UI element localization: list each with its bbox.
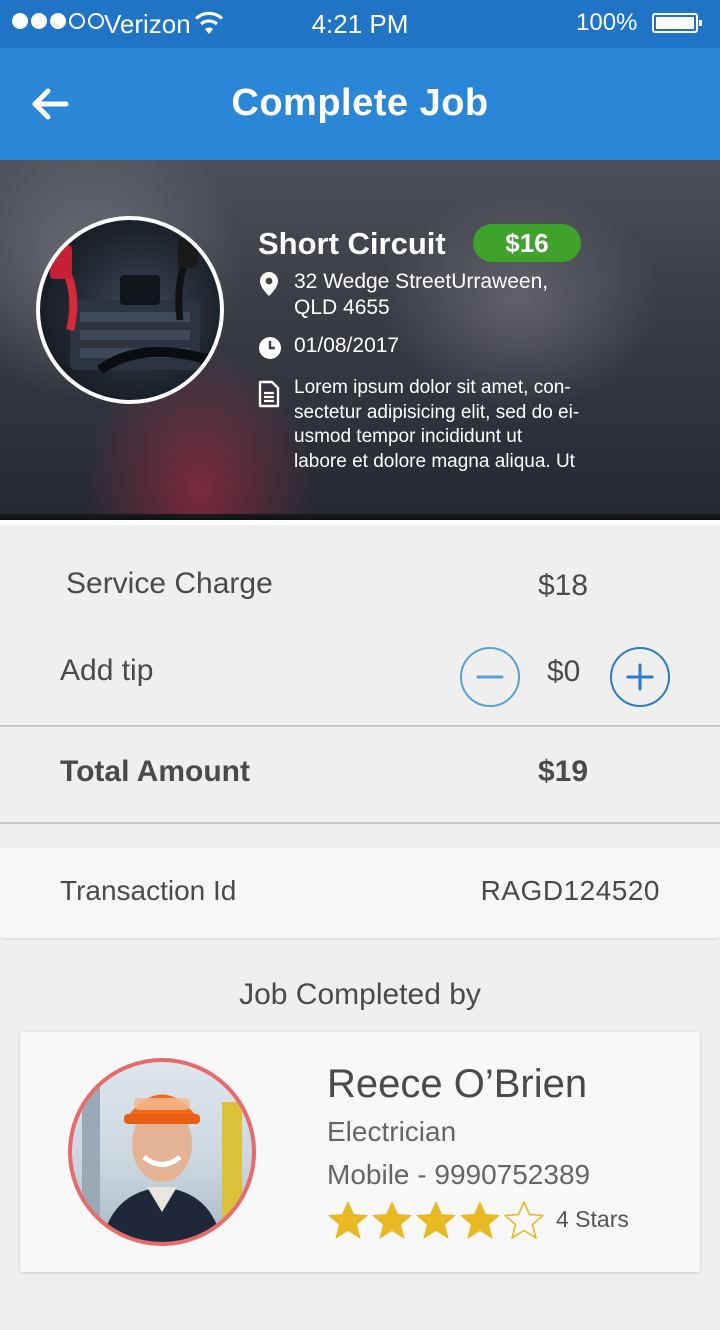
rating-label: 4 Stars xyxy=(556,1206,629,1232)
clock-icon xyxy=(259,337,281,359)
increase-tip-button[interactable] xyxy=(610,647,670,707)
battery-percentage: 100% xyxy=(576,9,638,36)
description-line: labore et dolore magna aliqua. Ut xyxy=(294,450,575,472)
job-price-badge: $16 xyxy=(473,224,581,262)
star-rating xyxy=(327,1200,545,1240)
job-title: Short Circuit xyxy=(258,226,446,261)
tip-amount: $0 xyxy=(547,655,581,688)
page-title: Complete Job xyxy=(231,82,489,124)
location-pin-icon xyxy=(260,272,278,296)
worker-name: Reece O’Brien xyxy=(327,1062,588,1106)
total-amount-label: Total Amount xyxy=(60,755,250,788)
description-line: usmod tempor incididunt ut xyxy=(294,426,523,447)
description-line: sectetur adipisicing elit, sed do ei- xyxy=(294,401,580,423)
job-photo xyxy=(36,216,224,404)
job-address-line2: QLD 4655 xyxy=(294,296,390,319)
worker-avatar xyxy=(68,1058,256,1246)
job-address-line1: 32 Wedge StreetUrraween, xyxy=(294,270,549,293)
document-icon xyxy=(258,380,280,408)
job-description: Lorem ipsum dolor sit amet, con- sectetu… xyxy=(294,376,634,474)
status-bar: Verizon 4:21 PM 100% xyxy=(0,0,720,48)
service-charge-value: $18 xyxy=(538,569,589,602)
transaction-card: Transaction Id RAGD124520 xyxy=(0,848,720,938)
divider xyxy=(0,822,720,824)
service-charge-label: Service Charge xyxy=(66,567,273,600)
description-line: Lorem ipsum dolor sit amet, con- xyxy=(294,377,571,398)
transaction-id-value: RAGD124520 xyxy=(480,875,660,906)
worker-mobile: Mobile - 9990752389 xyxy=(327,1159,591,1190)
star-empty-icon xyxy=(504,1201,544,1239)
add-tip-label: Add tip xyxy=(60,654,154,687)
worker-role: Electrician xyxy=(327,1116,457,1147)
app-bar: Complete Job xyxy=(0,48,720,160)
star-filled-icon xyxy=(460,1201,500,1239)
transaction-id-label: Transaction Id xyxy=(60,875,237,906)
minus-icon xyxy=(476,675,504,679)
star-filled-icon xyxy=(372,1201,412,1239)
star-filled-icon xyxy=(328,1201,368,1239)
divider xyxy=(0,725,720,727)
plus-icon xyxy=(626,663,654,691)
star-filled-icon xyxy=(416,1201,456,1239)
worker-card[interactable]: Reece O’Brien Electrician Mobile - 99907… xyxy=(20,1032,700,1272)
job-summary-banner: Short Circuit $16 32 Wedge StreetUrrawee… xyxy=(0,160,720,520)
divider xyxy=(0,520,720,525)
battery-icon xyxy=(652,13,702,33)
decrease-tip-button[interactable] xyxy=(460,647,520,707)
total-amount-value: $19 xyxy=(538,755,589,788)
job-date: 01/08/2017 xyxy=(294,334,400,357)
job-completed-by-heading: Job Completed by xyxy=(239,978,481,1011)
